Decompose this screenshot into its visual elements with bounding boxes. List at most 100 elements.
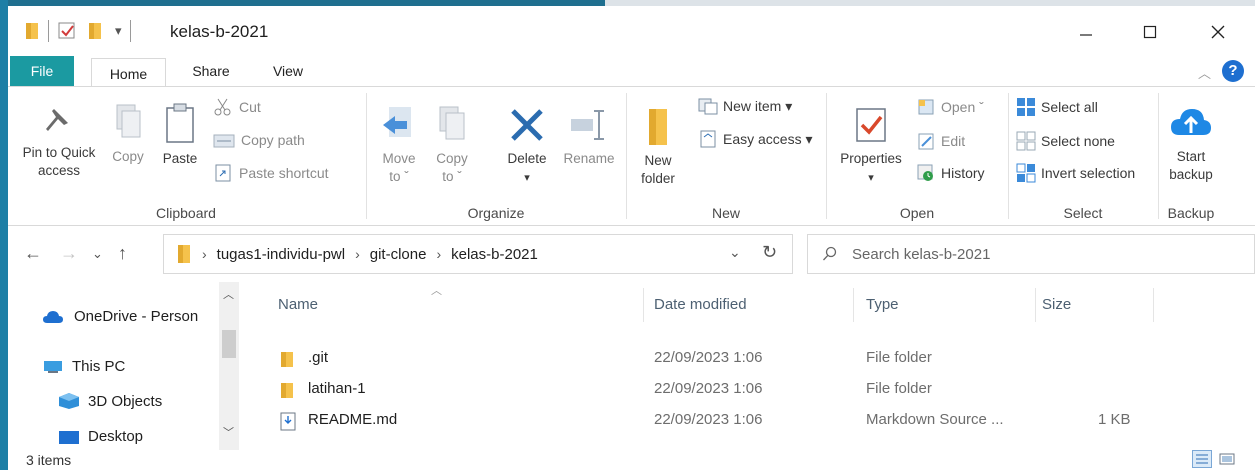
column-header-type[interactable]: Type [866,296,899,313]
tab-view[interactable]: View [258,56,318,86]
minimize-icon [1080,34,1092,36]
breadcrumb-chevron-icon[interactable]: › [436,246,441,262]
copy-to-label-line2: to ˇ [442,169,462,184]
new-folder-quick-icon[interactable] [87,21,103,41]
copy-to-button[interactable]: Copy to ˇ [430,105,474,186]
column-divider[interactable] [643,288,644,322]
edit-button[interactable]: Edit [916,131,965,151]
search-box[interactable]: Search kelas-b-2021 [807,234,1255,274]
recent-locations-chevron-icon[interactable]: ⌄ [92,246,103,262]
start-backup-label-line2: backup [1169,167,1213,182]
file-size: 1 KB [1098,411,1131,428]
new-folder-label-line2: folder [641,171,675,186]
scroll-thumb[interactable] [222,330,236,358]
clipboard-paste-icon [166,103,194,143]
scroll-down-icon[interactable]: ﹀ [223,424,234,440]
navigation-pane-scrollbar[interactable]: ︿ ﹀ [219,282,239,450]
table-row[interactable]: .git 22/09/2023 1:06 File folder [245,344,1145,375]
close-button[interactable] [1198,14,1238,50]
navigation-pane: OneDrive - Person This PC 3D Objects Des… [8,282,245,450]
customize-quick-access-dropdown[interactable]: ▾ [115,23,122,39]
new-folder-icon [649,109,667,145]
details-view-icon[interactable] [1192,450,1212,468]
nav-item-label: 3D Objects [88,392,163,410]
forward-arrow-icon[interactable]: → [60,243,78,264]
scissors-icon [214,98,231,116]
nav-item-desktop[interactable]: Desktop [58,428,143,445]
breadcrumb-chevron-icon[interactable]: › [355,246,360,262]
invert-selection-button[interactable]: Invert selection [1016,163,1135,183]
breadcrumb-tugas1-individu-pwl[interactable]: tugas1-individu-pwl [217,246,345,263]
scroll-up-icon[interactable]: ︿ [223,286,234,302]
tab-home[interactable]: Home [91,58,166,87]
table-row[interactable]: latihan-1 22/09/2023 1:06 File folder [245,375,1145,406]
file-name[interactable]: README.md [308,411,397,428]
move-to-button[interactable]: Move to ˇ [376,105,422,186]
properties-dropdown-icon[interactable]: ▾ [868,172,874,184]
start-backup-button[interactable]: Start backup [1162,103,1220,184]
separator [48,20,49,42]
up-arrow-icon[interactable]: ↑ [118,243,127,264]
paste-button[interactable]: Paste [156,103,204,168]
help-icon[interactable]: ? [1222,60,1244,82]
rename-icon [571,110,604,140]
tab-share[interactable]: Share [178,56,244,86]
rename-label: Rename [563,151,615,166]
open-group: Properties ▾ Open ˇ Edit History Open [828,87,1006,227]
new-group-label: New [711,205,740,221]
minimize-button[interactable] [1066,14,1106,50]
new-item-icon [698,98,718,115]
nav-item-3d-objects[interactable]: 3D Objects [58,392,162,410]
column-divider[interactable] [853,288,854,322]
maximize-button[interactable] [1130,14,1170,50]
address-bar[interactable]: › tugas1-individu-pwl › git-clone › kela… [163,234,793,274]
nav-item-this-pc[interactable]: This PC [42,358,125,375]
cut-button[interactable]: Cut [213,97,261,117]
rename-button[interactable]: Rename [560,105,618,168]
tab-file[interactable]: File [10,56,74,86]
delete-x-icon [511,109,543,141]
breadcrumb-kelas-b-2021[interactable]: kelas-b-2021 [451,246,538,263]
nav-item-label: Desktop [88,428,144,445]
select-all-button[interactable]: Select all [1016,97,1098,117]
column-divider[interactable] [1035,288,1036,322]
delete-button[interactable]: Delete ▾ [500,105,554,187]
group-divider [626,93,627,219]
navigation-bar: ← → ⌄ ↑ › tugas1-individu-pwl › git-clon… [8,228,1255,280]
copy-to-label-line1: Copy [436,151,468,166]
column-header-name[interactable]: Name [278,296,318,313]
new-folder-button[interactable]: New folder [636,107,680,188]
file-date-modified: 22/09/2023 1:06 [654,349,763,366]
paste-shortcut-button[interactable]: Paste shortcut [213,163,329,183]
breadcrumb-git-clone[interactable]: git-clone [370,246,427,263]
column-header-size[interactable]: Size [1042,296,1071,313]
edit-label: Edit [941,133,966,149]
paste-shortcut-label: Paste shortcut [239,165,329,181]
nav-item-onedrive[interactable]: OneDrive - Person [42,308,198,325]
sort-ascending-icon: ︿ [431,285,442,297]
pin-to-quick-access-button[interactable]: Pin to Quick access [14,103,104,180]
refresh-icon[interactable]: ↻ [762,242,777,263]
new-item-button[interactable]: New item ▾ [698,97,792,115]
properties-button[interactable]: Properties ▾ [832,105,910,187]
breadcrumb-chevron-icon[interactable]: › [202,246,207,262]
select-none-label: Select none [1041,133,1115,149]
address-history-chevron-icon[interactable]: ⌄ [729,244,741,261]
back-arrow-icon[interactable]: ← [24,243,42,264]
file-name[interactable]: .git [308,349,328,366]
column-header-date-modified[interactable]: Date modified [654,296,747,313]
column-divider[interactable] [1153,288,1154,322]
properties-checkbox-icon[interactable] [57,21,77,41]
copy-button[interactable]: Copy [106,103,150,166]
large-icons-view-icon[interactable] [1218,451,1236,467]
organize-group: Move to ˇ Copy to ˇ Delete ▾ Rename Orga… [368,87,624,227]
open-button[interactable]: Open ˇ [916,97,984,117]
copy-path-button[interactable]: Copy path [213,131,305,149]
file-name[interactable]: latihan-1 [308,380,366,397]
select-none-button[interactable]: Select none [1016,131,1115,151]
easy-access-button[interactable]: Easy access ▾ [698,129,813,149]
table-row[interactable]: README.md 22/09/2023 1:06 Markdown Sourc… [245,406,1145,437]
collapse-ribbon-chevron-icon[interactable]: ︿ [1198,63,1211,82]
history-button[interactable]: History [916,163,985,183]
delete-dropdown-icon[interactable]: ▾ [524,172,530,184]
